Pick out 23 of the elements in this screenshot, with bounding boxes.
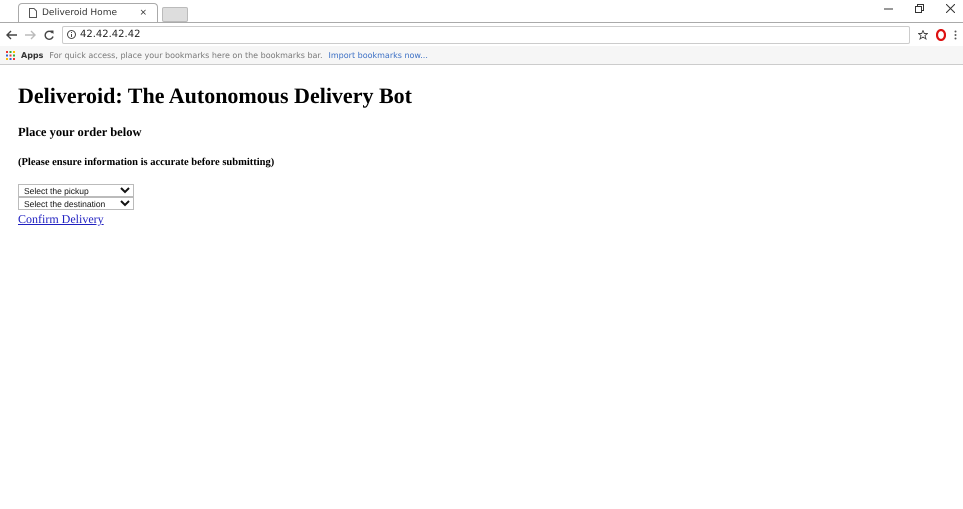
tab-title: Deliveroid Home (42, 8, 118, 18)
apps-icon[interactable] (6, 50, 15, 60)
reload-icon[interactable] (44, 30, 54, 40)
import-bookmarks-link[interactable]: Import bookmarks now... (328, 50, 428, 60)
url-field: 42.42.42.42 (80, 29, 905, 40)
menu-icon[interactable] (954, 30, 957, 40)
page-heading: Deliveroid: The Autonomous Delivery Bot (18, 83, 413, 109)
page-subheading: Place your order below (18, 125, 142, 140)
confirm-delivery-link[interactable]: Confirm Delivery (18, 212, 104, 226)
pickup-select[interactable]: Select the pickup (18, 184, 134, 197)
close-icon[interactable] (946, 4, 955, 13)
tab-close-button[interactable]: × (139, 8, 147, 18)
back-icon[interactable] (6, 30, 17, 40)
page-icon (29, 8, 37, 18)
bookmarks-hint: For quick access, place your bookmarks here on the bookmarks bar. (49, 50, 323, 60)
star-icon[interactable] (918, 30, 928, 40)
accuracy-note: (Please ensure information is accurate before submitting) (18, 157, 276, 168)
info-icon[interactable] (67, 30, 76, 39)
browser-tab[interactable]: Deliveroid Home × (18, 3, 158, 22)
restore-icon[interactable] (915, 4, 924, 13)
apps-link[interactable]: Apps (21, 50, 44, 60)
address-bar[interactable]: 42.42.42.42 (62, 26, 910, 44)
destination-select[interactable]: Select the destination (18, 197, 134, 210)
